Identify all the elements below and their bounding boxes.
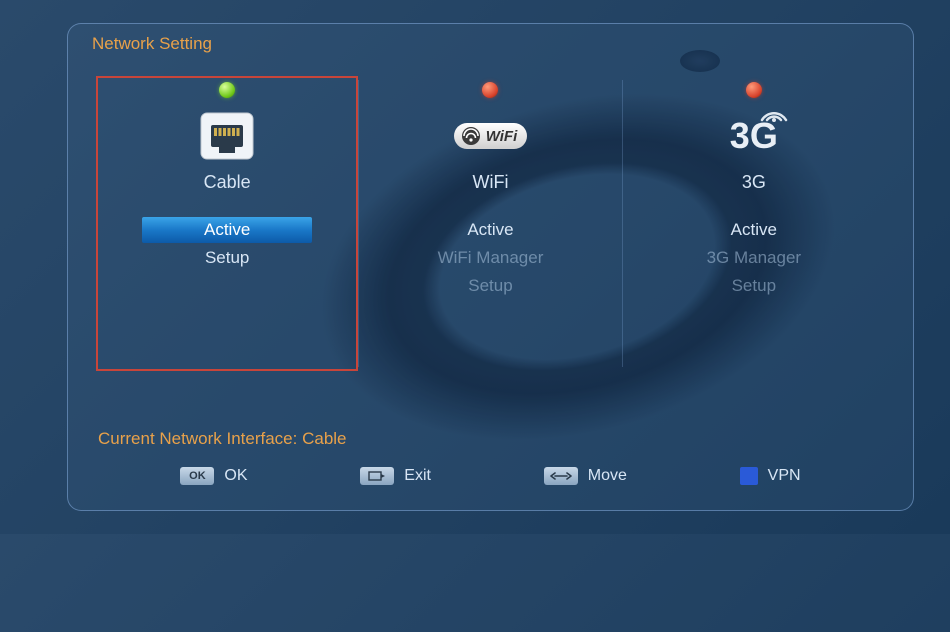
network-setting-panel: Network Setting Cable Active xyxy=(67,23,914,511)
column-label: Cable xyxy=(204,172,251,193)
panel-title: Network Setting xyxy=(92,34,885,54)
legend-label: OK xyxy=(224,467,247,485)
column-label: WiFi xyxy=(473,172,509,193)
legend-label: Move xyxy=(588,467,627,485)
current-interface-status: Current Network Interface: Cable xyxy=(98,429,885,449)
menu-item-3g-active[interactable]: Active xyxy=(669,217,839,243)
blue-color-swatch xyxy=(740,467,758,485)
column-label: 3G xyxy=(742,172,766,193)
menu-item-cable-setup[interactable]: Setup xyxy=(142,245,312,271)
menu-item-cable-active[interactable]: Active xyxy=(142,217,312,243)
menu-item-wifi-active[interactable]: Active xyxy=(405,217,575,243)
arrows-key-icon xyxy=(544,467,578,485)
cellular-3g-icon: 3G xyxy=(730,106,778,166)
menu-item-wifi-manager[interactable]: WiFi Manager xyxy=(405,245,575,271)
exit-key-icon xyxy=(360,467,394,485)
ethernet-icon xyxy=(199,106,255,166)
legend-exit: Exit xyxy=(360,467,431,485)
legend-label: VPN xyxy=(768,467,801,485)
network-columns: Cable Active Setup WiFi xyxy=(96,76,885,371)
status-indicator-red xyxy=(746,82,762,98)
column-wifi[interactable]: WiFi WiFi Active WiFi Manager Setup xyxy=(359,76,621,371)
menu-item-3g-manager[interactable]: 3G Manager xyxy=(669,245,839,271)
legend-ok: OK OK xyxy=(180,467,247,485)
status-indicator-green xyxy=(219,82,235,98)
ok-key-icon: OK xyxy=(180,467,214,485)
status-indicator-red xyxy=(482,82,498,98)
legend-move: Move xyxy=(544,467,627,485)
menu-item-wifi-setup[interactable]: Setup xyxy=(405,273,575,299)
column-cable[interactable]: Cable Active Setup xyxy=(96,76,358,371)
wifi-icon: WiFi xyxy=(454,106,528,166)
column-3g[interactable]: 3G 3G Active 3G Manager Setup xyxy=(623,76,885,371)
legend-bar: OK OK Exit Move VPN xyxy=(96,467,885,485)
legend-vpn: VPN xyxy=(740,467,801,485)
menu-item-3g-setup[interactable]: Setup xyxy=(669,273,839,299)
legend-label: Exit xyxy=(404,467,431,485)
